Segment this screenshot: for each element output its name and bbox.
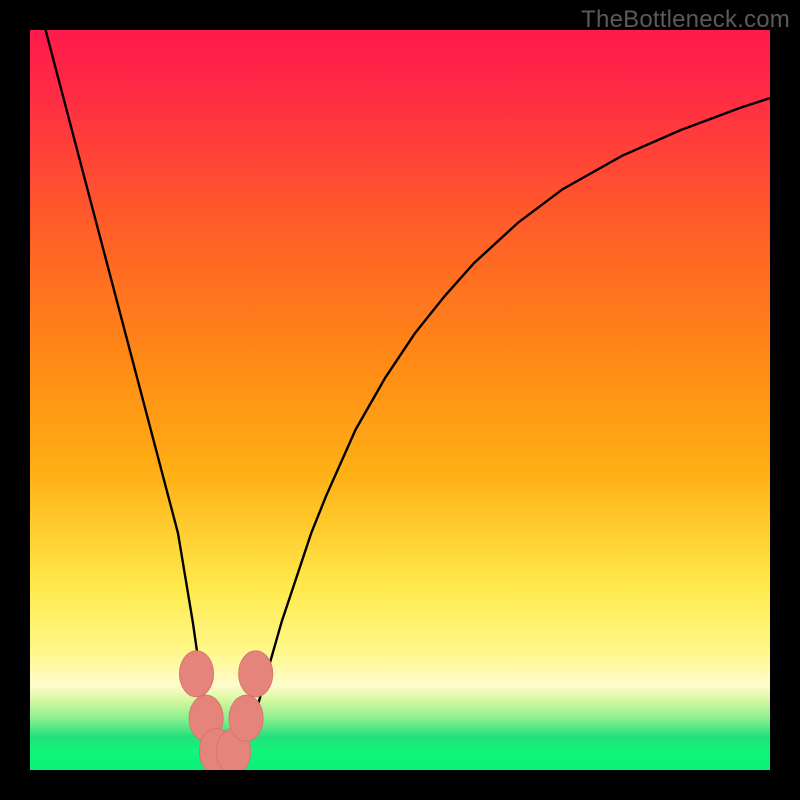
curve-marker <box>239 651 273 697</box>
gradient-background <box>30 30 770 770</box>
curve-marker <box>229 695 263 741</box>
chart-frame <box>30 30 770 770</box>
bottleneck-chart <box>30 30 770 770</box>
curve-marker <box>179 651 213 697</box>
